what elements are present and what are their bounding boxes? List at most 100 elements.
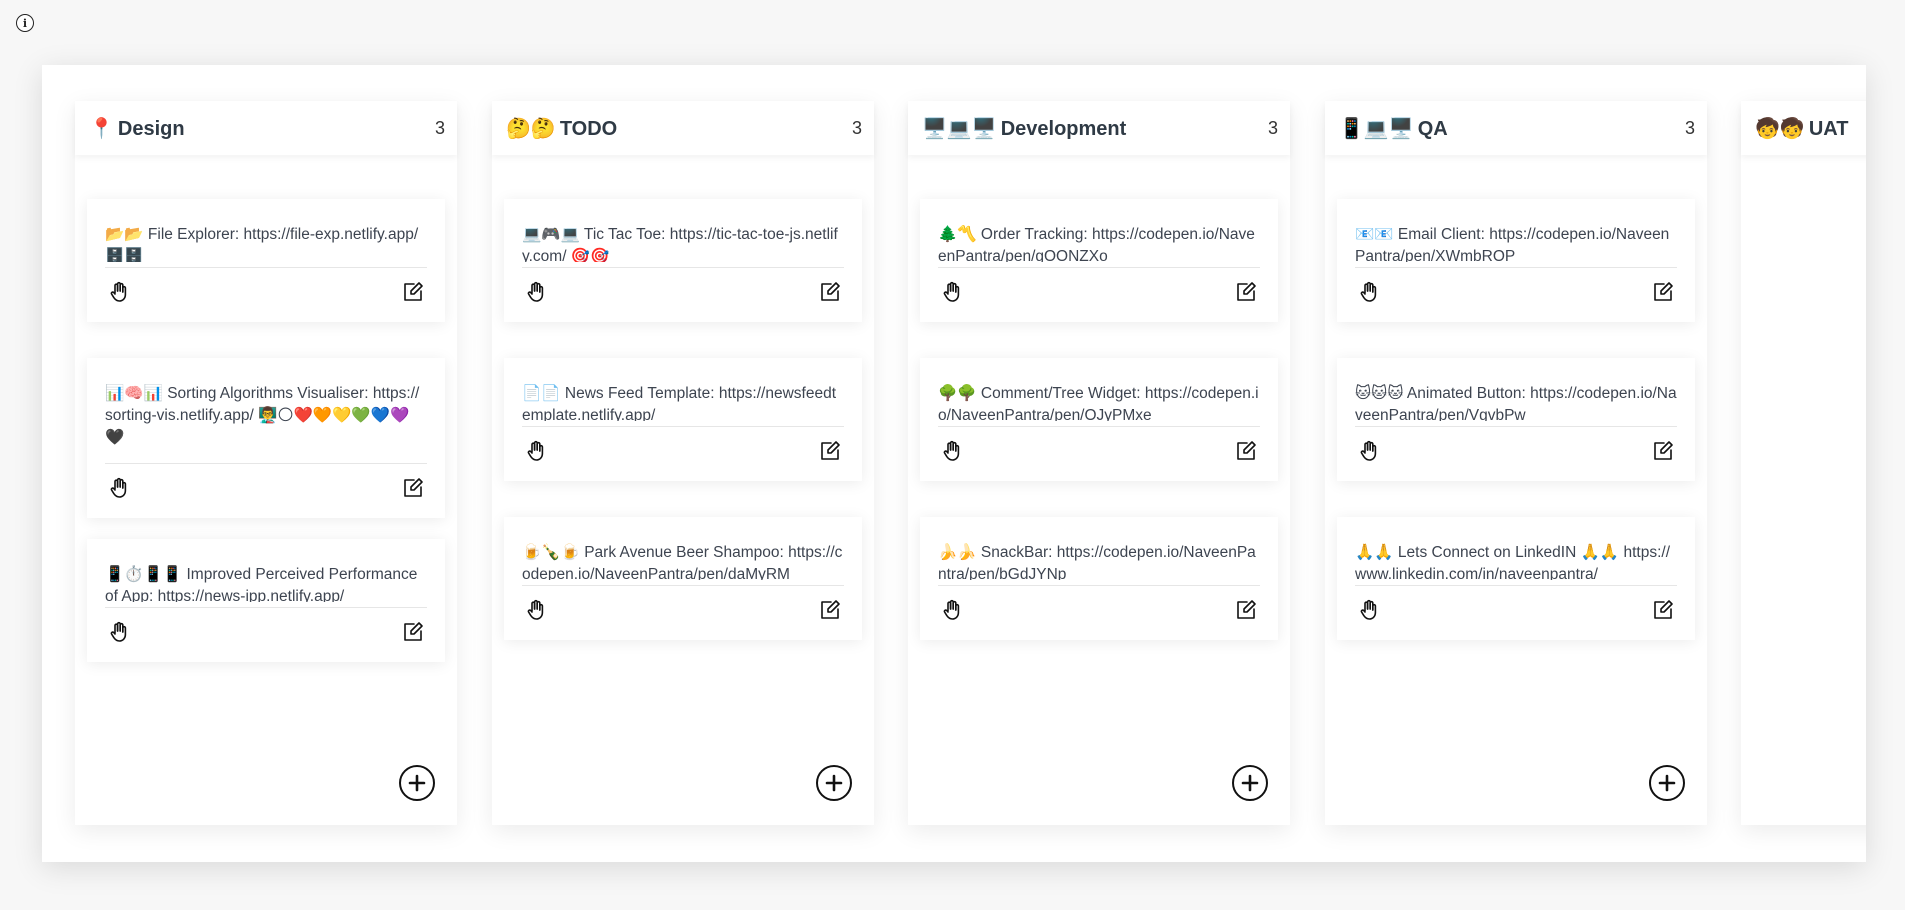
card-actions bbox=[105, 277, 427, 307]
column-emoji: 📱💻🖥️ bbox=[1339, 117, 1414, 140]
card[interactable]: 🌳🌳 Comment/Tree Widget: https://codepen.… bbox=[920, 358, 1278, 481]
card-divider bbox=[938, 426, 1260, 427]
column-header: 🖥️💻🖥️ Development 3 bbox=[908, 101, 1290, 155]
add-card-button[interactable] bbox=[1649, 765, 1685, 801]
edit-icon[interactable] bbox=[399, 618, 427, 646]
edit-icon[interactable] bbox=[1649, 596, 1677, 624]
drag-hand-icon[interactable] bbox=[522, 437, 550, 465]
card-divider bbox=[938, 267, 1260, 268]
drag-hand-icon[interactable] bbox=[938, 437, 966, 465]
card-actions bbox=[1355, 595, 1677, 625]
card-divider bbox=[105, 607, 427, 608]
column-uat: 🧒🧒 UAT bbox=[1741, 101, 1866, 825]
card[interactable]: 📧📧 Email Client: https://codepen.io/Nave… bbox=[1337, 199, 1695, 322]
card-actions bbox=[938, 277, 1260, 307]
column-todo: 🤔🤔 TODO 3 💻🎮💻 Tic Tac Toe: https://tic-tac-… bbox=[492, 101, 874, 825]
column-emoji: 📍 bbox=[89, 117, 114, 140]
card-divider bbox=[938, 585, 1260, 586]
card-text: 🙏🙏 Lets Connect on LinkedIN 🙏🙏 https://w… bbox=[1355, 544, 1671, 580]
add-card-button[interactable] bbox=[816, 765, 852, 801]
edit-icon[interactable] bbox=[816, 596, 844, 624]
card-text: 📄📄 News Feed Template: https://newsfeedt… bbox=[522, 385, 837, 421]
edit-icon[interactable] bbox=[1232, 278, 1260, 306]
card[interactable]: 🙏🙏 Lets Connect on LinkedIN 🙏🙏 https://w… bbox=[1337, 517, 1695, 640]
card[interactable]: 🍺🍾🍺 Park Avenue Beer Shampoo: https://co… bbox=[504, 517, 862, 640]
column-emoji: 🖥️💻🖥️ bbox=[922, 117, 997, 140]
drag-hand-icon[interactable] bbox=[522, 278, 550, 306]
card-divider bbox=[1355, 585, 1677, 586]
drag-hand-icon[interactable] bbox=[105, 618, 133, 646]
card-text: 🍺🍾🍺 Park Avenue Beer Shampoo: https://co… bbox=[522, 544, 843, 580]
card-divider bbox=[522, 267, 844, 268]
column-development: 🖥️💻🖥️ Development 3 🌲〽️ Order Tracking: htt… bbox=[908, 101, 1290, 825]
edit-icon[interactable] bbox=[816, 278, 844, 306]
card[interactable]: 📂📂 File Explorer: https://file-exp.netli… bbox=[87, 199, 445, 322]
drag-hand-icon[interactable] bbox=[522, 596, 550, 624]
add-card-button[interactable] bbox=[399, 765, 435, 801]
card[interactable]: 📊🧠📊 Sorting Algorithms Visualiser: https… bbox=[87, 358, 445, 518]
card-divider bbox=[1355, 267, 1677, 268]
card[interactable]: 📄📄 News Feed Template: https://newsfeedt… bbox=[504, 358, 862, 481]
drag-hand-icon[interactable] bbox=[1355, 596, 1383, 624]
card-divider bbox=[105, 463, 427, 464]
drag-hand-icon[interactable] bbox=[105, 278, 133, 306]
edit-icon[interactable] bbox=[399, 278, 427, 306]
column-header: 📍 Design 3 bbox=[75, 101, 457, 155]
card-actions bbox=[105, 617, 427, 647]
column-design: 📍 Design 3 📂📂 File Explorer: https://file-e… bbox=[75, 101, 457, 825]
card-divider bbox=[522, 585, 844, 586]
column-emoji: 🤔🤔 bbox=[506, 117, 556, 140]
column-emoji: 🧒🧒 bbox=[1755, 117, 1805, 140]
card-text: 🐱🐱🐱 Animated Button: https://codepen.io/… bbox=[1355, 385, 1677, 421]
edit-icon[interactable] bbox=[399, 474, 427, 502]
drag-hand-icon[interactable] bbox=[1355, 278, 1383, 306]
column-title: 📍 Design bbox=[89, 116, 185, 141]
add-card-button[interactable] bbox=[1232, 765, 1268, 801]
card-text: 🌳🌳 Comment/Tree Widget: https://codepen.… bbox=[938, 385, 1259, 421]
column-title-label: QA bbox=[1417, 117, 1448, 140]
column-header: 🧒🧒 UAT bbox=[1741, 101, 1866, 155]
card-actions bbox=[522, 277, 844, 307]
drag-hand-icon[interactable] bbox=[105, 474, 133, 502]
column-title-label: UAT bbox=[1808, 117, 1849, 140]
card-text: 💻🎮💻 Tic Tac Toe: https://tic-tac-toe-js.… bbox=[522, 226, 838, 262]
column-qa: 📱💻🖥️ QA 3 📧📧 Email Client: https://codepen.… bbox=[1325, 101, 1707, 825]
card[interactable]: 🍌🍌 SnackBar: https://codepen.io/NaveenPa… bbox=[920, 517, 1278, 640]
card[interactable]: 🐱🐱🐱 Animated Button: https://codepen.io/… bbox=[1337, 358, 1695, 481]
column-header: 🤔🤔 TODO 3 bbox=[492, 101, 874, 155]
card[interactable]: 📱⏱️📱📱 Improved Perceived Performance of … bbox=[87, 539, 445, 662]
drag-hand-icon[interactable] bbox=[1355, 437, 1383, 465]
card-actions bbox=[1355, 277, 1677, 307]
column-title: 📱💻🖥️ QA bbox=[1339, 116, 1448, 141]
column-title: 🧒🧒 UAT bbox=[1755, 116, 1848, 141]
card-actions bbox=[522, 436, 844, 466]
drag-hand-icon[interactable] bbox=[938, 278, 966, 306]
card-divider bbox=[1355, 426, 1677, 427]
column-count: 3 bbox=[1684, 117, 1695, 138]
card-actions bbox=[522, 595, 844, 625]
card-actions bbox=[938, 595, 1260, 625]
card-divider bbox=[522, 426, 844, 427]
column-title-label: Development bbox=[1000, 117, 1127, 140]
card-text: 📱⏱️📱📱 Improved Perceived Performance of … bbox=[105, 566, 418, 602]
card-text: 🍌🍌 SnackBar: https://codepen.io/NaveenPa… bbox=[938, 544, 1256, 580]
card-actions bbox=[1355, 436, 1677, 466]
card[interactable]: 💻🎮💻 Tic Tac Toe: https://tic-tac-toe-js.… bbox=[504, 199, 862, 322]
column-title: 🤔🤔 TODO bbox=[506, 116, 617, 141]
card-actions bbox=[938, 436, 1260, 466]
card[interactable]: 🌲〽️ Order Tracking: https://codepen.io/N… bbox=[920, 199, 1278, 322]
column-count: 3 bbox=[434, 117, 445, 138]
card-text: 📊🧠📊 Sorting Algorithms Visualiser: https… bbox=[105, 385, 420, 446]
card-divider bbox=[105, 267, 427, 268]
edit-icon[interactable] bbox=[1649, 278, 1677, 306]
card-text: 🌲〽️ Order Tracking: https://codepen.io/N… bbox=[938, 226, 1255, 262]
edit-icon[interactable] bbox=[1649, 437, 1677, 465]
card-actions bbox=[105, 473, 427, 503]
column-title: 🖥️💻🖥️ Development bbox=[922, 116, 1126, 141]
edit-icon[interactable] bbox=[816, 437, 844, 465]
column-header: 📱💻🖥️ QA 3 bbox=[1325, 101, 1707, 155]
drag-hand-icon[interactable] bbox=[938, 596, 966, 624]
edit-icon[interactable] bbox=[1232, 437, 1260, 465]
info-icon[interactable]: i bbox=[16, 14, 34, 32]
edit-icon[interactable] bbox=[1232, 596, 1260, 624]
